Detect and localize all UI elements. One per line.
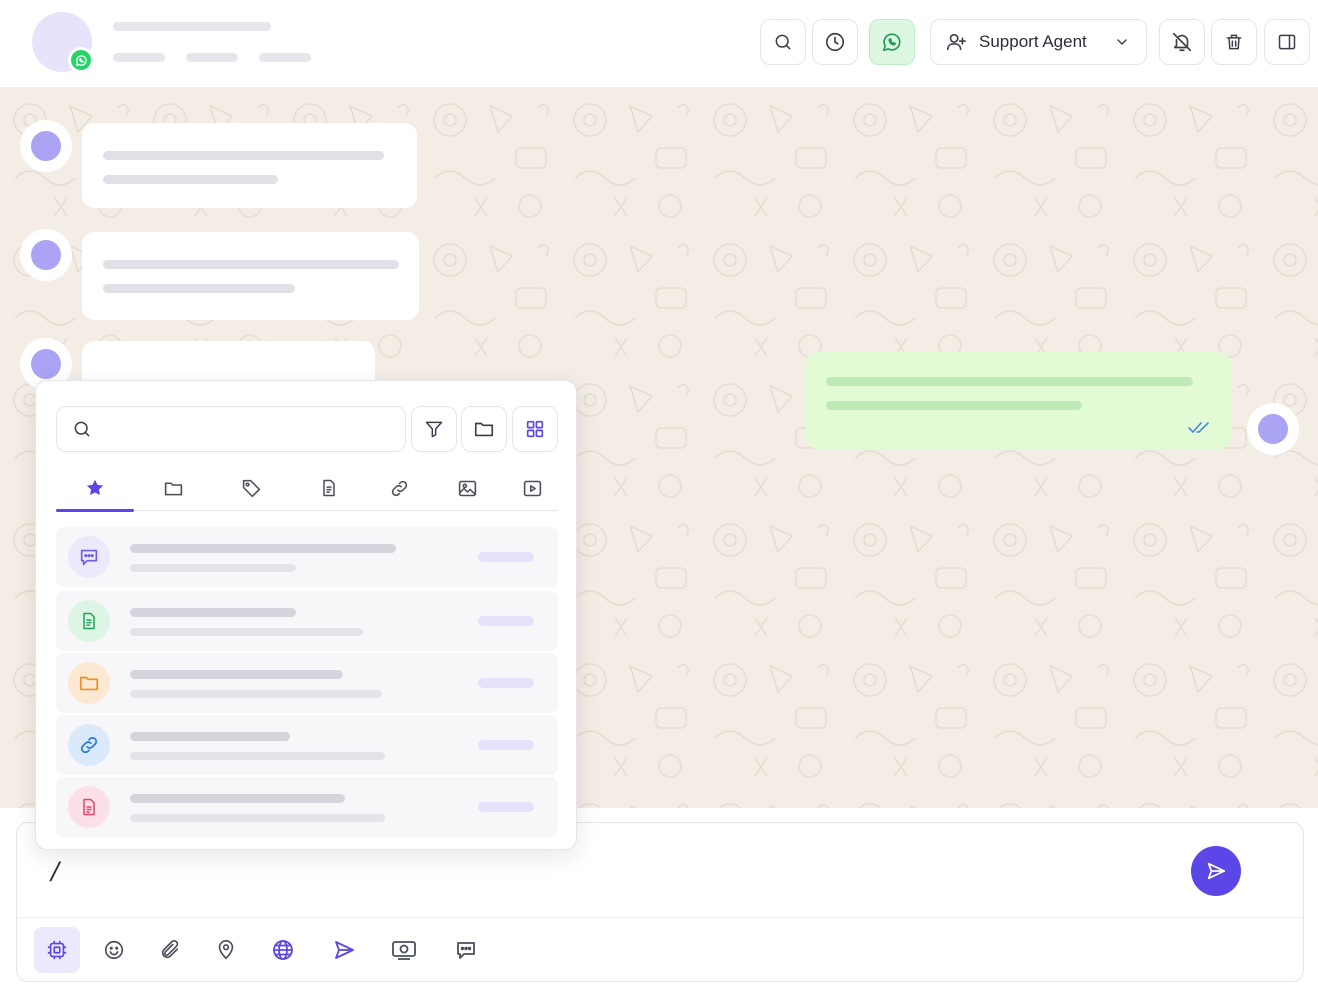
mute-notifications-button[interactable]	[1159, 19, 1205, 65]
trash-icon	[1226, 34, 1242, 50]
quick-replies-popup	[35, 380, 577, 850]
star-icon	[86, 479, 104, 496]
history-button[interactable]	[812, 19, 858, 65]
agent-avatar	[1247, 403, 1299, 455]
grid-icon	[526, 420, 544, 438]
contact-name-placeholder	[113, 22, 271, 31]
folder-icon	[474, 422, 494, 437]
toggle-panel-button[interactable]	[1264, 19, 1310, 65]
link-icon	[391, 480, 407, 496]
quick-reply-item[interactable]	[56, 527, 558, 587]
quick-send-button[interactable]	[321, 927, 367, 973]
location-icon	[218, 940, 234, 960]
chevron-down-icon	[1117, 39, 1127, 45]
sender-avatar	[20, 229, 72, 281]
send-button[interactable]	[1191, 846, 1241, 896]
quick-reply-item[interactable]	[56, 715, 558, 775]
chat-header: Support Agent	[0, 0, 1318, 88]
outgoing-message[interactable]	[806, 352, 1231, 449]
quick-reply-item[interactable]	[56, 777, 558, 837]
media-icon	[392, 941, 416, 960]
video-icon	[523, 480, 541, 496]
whatsapp-icon	[882, 33, 901, 52]
search-button[interactable]	[760, 19, 806, 65]
message-input[interactable]: /	[51, 857, 59, 885]
search-icon	[74, 421, 90, 437]
globe-icon	[273, 940, 293, 960]
user-plus-icon	[946, 33, 966, 51]
incoming-message[interactable]	[82, 123, 417, 208]
contact-meta-placeholder	[113, 53, 165, 62]
chat-icon	[457, 942, 475, 959]
document-icon	[323, 479, 335, 497]
templates-button[interactable]	[34, 927, 80, 973]
filter-button[interactable]	[411, 406, 457, 452]
folders-button[interactable]	[461, 406, 507, 452]
folder-icon	[68, 662, 110, 704]
image-icon	[458, 480, 476, 496]
read-receipt-icon	[1188, 422, 1209, 433]
assign-agent-select[interactable]: Support Agent	[930, 19, 1147, 65]
search-icon	[775, 34, 791, 50]
attachment-button[interactable]	[147, 927, 193, 973]
whatsapp-button[interactable]	[869, 19, 915, 65]
send-outline-icon	[335, 941, 354, 959]
translate-button[interactable]	[260, 927, 306, 973]
panel-icon	[1278, 34, 1296, 50]
tab-tags[interactable]	[212, 465, 290, 511]
folder-icon	[164, 481, 182, 495]
media-button[interactable]	[381, 927, 427, 973]
tag-icon	[242, 479, 260, 497]
chat-button[interactable]	[443, 927, 489, 973]
composer-divider	[17, 917, 1303, 918]
delete-button[interactable]	[1211, 19, 1257, 65]
whatsapp-icon	[71, 50, 91, 70]
whatsapp-badge	[68, 47, 94, 73]
message-icon	[68, 536, 110, 578]
sender-avatar	[20, 120, 72, 172]
pdf-icon	[68, 786, 110, 828]
location-button[interactable]	[203, 927, 249, 973]
quick-replies-tabs	[56, 465, 558, 512]
link-icon	[68, 724, 110, 766]
templates-icon	[47, 940, 67, 960]
attachment-icon	[161, 940, 179, 959]
tab-links[interactable]	[360, 465, 438, 511]
quick-replies-search[interactable]	[56, 406, 406, 452]
tab-documents[interactable]	[290, 465, 368, 511]
send-icon	[1207, 862, 1226, 880]
emoji-button[interactable]	[91, 927, 137, 973]
contact-meta-placeholder	[259, 53, 311, 62]
tab-videos[interactable]	[493, 465, 571, 511]
tab-folders[interactable]	[134, 465, 212, 511]
clock-icon	[825, 32, 845, 52]
assign-agent-label: Support Agent	[979, 32, 1087, 51]
grid-view-button[interactable]	[512, 406, 558, 452]
file-icon	[68, 600, 110, 642]
quick-reply-item[interactable]	[56, 653, 558, 713]
quick-replies-search-input[interactable]	[100, 407, 405, 451]
filter-icon	[425, 421, 443, 438]
emoji-icon	[104, 940, 124, 960]
contact-meta-placeholder	[186, 53, 238, 62]
quick-reply-item[interactable]	[56, 591, 558, 651]
bell-off-icon	[1172, 32, 1192, 52]
chat-window: Support Agent /	[0, 0, 1318, 994]
tab-favorites[interactable]	[56, 465, 134, 512]
incoming-message[interactable]	[82, 232, 419, 320]
